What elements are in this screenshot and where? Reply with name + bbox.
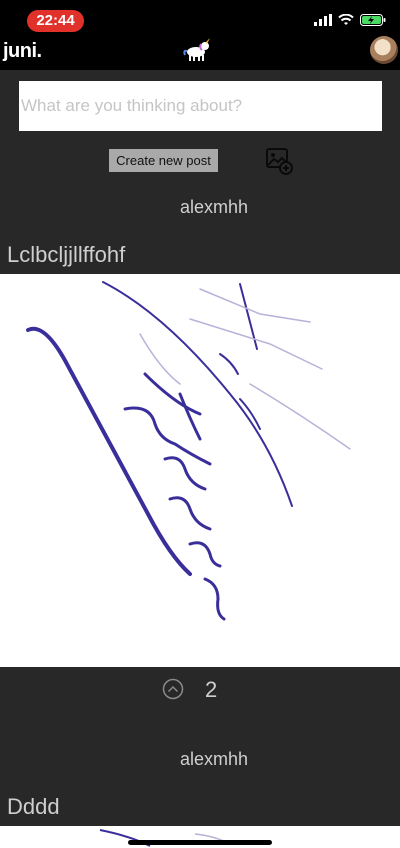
vote-row: 2	[0, 667, 400, 717]
post-input[interactable]	[19, 81, 382, 131]
vote-count: 2	[205, 677, 218, 702]
status-time: 22:44	[27, 10, 84, 32]
app-header: juni.	[0, 36, 400, 70]
create-post-button[interactable]: Create new post	[109, 149, 218, 172]
post-text: Lclbcljjllffohf	[7, 242, 126, 267]
upvote-icon[interactable]	[162, 678, 184, 700]
profile-avatar[interactable]	[370, 36, 398, 64]
handwritten-signature	[26, 281, 351, 621]
signal-icon	[314, 14, 332, 26]
post-author[interactable]: alexmhh	[180, 197, 248, 218]
add-image-icon[interactable]	[265, 147, 293, 175]
home-indicator	[128, 840, 272, 845]
post-image[interactable]	[0, 274, 400, 667]
brand-logo[interactable]: juni.	[3, 40, 42, 63]
post-author[interactable]: alexmhh	[180, 749, 248, 770]
post-text: Dddd	[7, 794, 60, 819]
wifi-icon	[338, 14, 354, 25]
status-bar: 22:44	[0, 0, 400, 38]
unicorn-icon	[183, 38, 210, 61]
battery-charging-icon	[360, 14, 386, 26]
status-icons	[314, 14, 386, 26]
